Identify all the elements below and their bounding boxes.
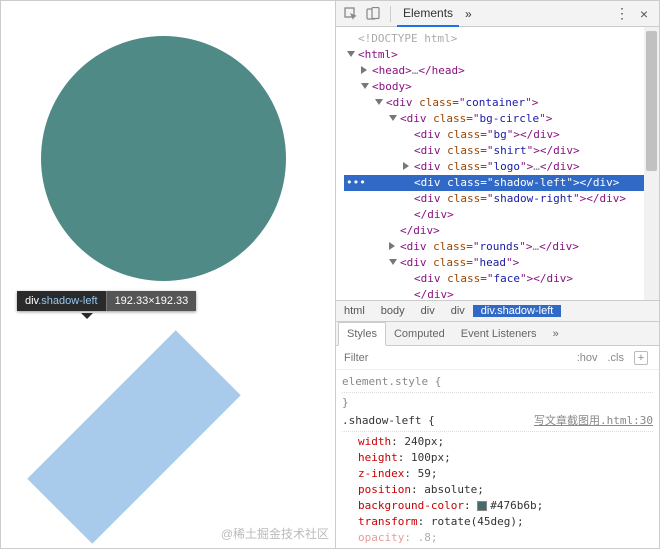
shadow-left-shape xyxy=(27,330,241,544)
dom-row[interactable]: <div class="rounds">…</div> xyxy=(344,239,659,255)
dom-row[interactable]: <div class="face"></div> xyxy=(344,271,659,287)
disclosure-triangle-icon[interactable] xyxy=(375,99,383,105)
page-viewport: div.shadow-left 192.33×192.33 @稀土掘金技术社区 xyxy=(1,1,336,548)
breadcrumb[interactable]: htmlbodydivdivdiv.shadow-left xyxy=(336,300,659,322)
dom-row[interactable]: •••<div class="shadow-left"></div> xyxy=(344,175,659,191)
tab-styles-more[interactable]: » xyxy=(545,322,567,346)
dom-row[interactable]: <div class="shirt"></div> xyxy=(344,143,659,159)
dom-row[interactable]: <body> xyxy=(344,79,659,95)
tab-more[interactable]: » xyxy=(459,1,478,27)
hov-toggle[interactable]: :hov xyxy=(577,352,598,364)
tooltip-tag: div xyxy=(25,295,38,307)
rule-source-link[interactable]: 写文章截图用.html:30 xyxy=(534,413,653,429)
disclosure-triangle-icon[interactable] xyxy=(389,115,397,121)
crumb-item[interactable]: div xyxy=(443,305,473,317)
dom-row[interactable]: <div class="logo">…</div> xyxy=(344,159,659,175)
tab-elements[interactable]: Elements xyxy=(397,1,459,27)
dom-row[interactable]: </div> xyxy=(344,223,659,239)
styles-filter-input[interactable] xyxy=(342,351,572,365)
disclosure-triangle-icon[interactable] xyxy=(403,162,409,170)
device-icon[interactable] xyxy=(364,5,382,23)
dom-row[interactable]: </div> xyxy=(344,207,659,223)
watermark: @稀土掘金技术社区 xyxy=(221,525,329,542)
disclosure-triangle-icon[interactable] xyxy=(389,259,397,265)
kebab-icon[interactable]: ⋮ xyxy=(613,5,631,23)
dom-row[interactable]: <div class="head"> xyxy=(344,255,659,271)
bg-circle-shape xyxy=(41,36,286,281)
scrollbar-vertical[interactable] xyxy=(644,27,659,300)
dom-row[interactable]: <div class="bg-circle"> xyxy=(344,111,659,127)
tooltip-arrow xyxy=(81,313,93,319)
element-tooltip: div.shadow-left 192.33×192.33 xyxy=(17,291,196,311)
crumb-item[interactable]: html xyxy=(336,305,373,317)
dom-row[interactable]: <div class="bg"></div> xyxy=(344,127,659,143)
styles-filter-bar: :hov .cls + xyxy=(336,346,659,370)
styles-tabs: Styles Computed Event Listeners » xyxy=(336,322,659,346)
crumb-item[interactable]: body xyxy=(373,305,413,317)
cls-toggle[interactable]: .cls xyxy=(608,352,625,364)
devtools-panel: Elements » ⋮ × <!DOCTYPE html><html><hea… xyxy=(336,1,659,548)
devtools-toolbar: Elements » ⋮ × xyxy=(336,1,659,27)
tab-eventlisteners[interactable]: Event Listeners xyxy=(453,322,545,346)
close-icon[interactable]: × xyxy=(635,5,653,23)
dom-row[interactable]: <div class="container"> xyxy=(344,95,659,111)
disclosure-triangle-icon[interactable] xyxy=(347,51,355,57)
tooltip-size: 192.33×192.33 xyxy=(106,291,197,311)
crumb-item[interactable]: div.shadow-left xyxy=(473,305,562,317)
dom-row[interactable]: <!DOCTYPE html> xyxy=(344,31,659,47)
style-rules[interactable]: element.style { } .shadow-left {写文章截图用.h… xyxy=(336,370,659,548)
disclosure-triangle-icon[interactable] xyxy=(361,66,367,74)
tab-styles[interactable]: Styles xyxy=(338,322,386,346)
disclosure-triangle-icon[interactable] xyxy=(361,83,369,89)
new-rule-button[interactable]: + xyxy=(634,351,648,365)
dom-row[interactable]: <html> xyxy=(344,47,659,63)
dom-tree[interactable]: <!DOCTYPE html><html><head>…</head><body… xyxy=(336,27,659,300)
tooltip-class: .shadow-left xyxy=(38,295,97,307)
disclosure-triangle-icon[interactable] xyxy=(389,242,395,250)
dom-row[interactable]: </div> xyxy=(344,287,659,300)
dom-row[interactable]: <head>…</head> xyxy=(344,63,659,79)
inspect-icon[interactable] xyxy=(342,5,360,23)
tab-computed[interactable]: Computed xyxy=(386,322,453,346)
dom-row[interactable]: <div class="shadow-right"></div> xyxy=(344,191,659,207)
crumb-item[interactable]: div xyxy=(413,305,443,317)
styles-pane: Styles Computed Event Listeners » :hov .… xyxy=(336,322,659,548)
